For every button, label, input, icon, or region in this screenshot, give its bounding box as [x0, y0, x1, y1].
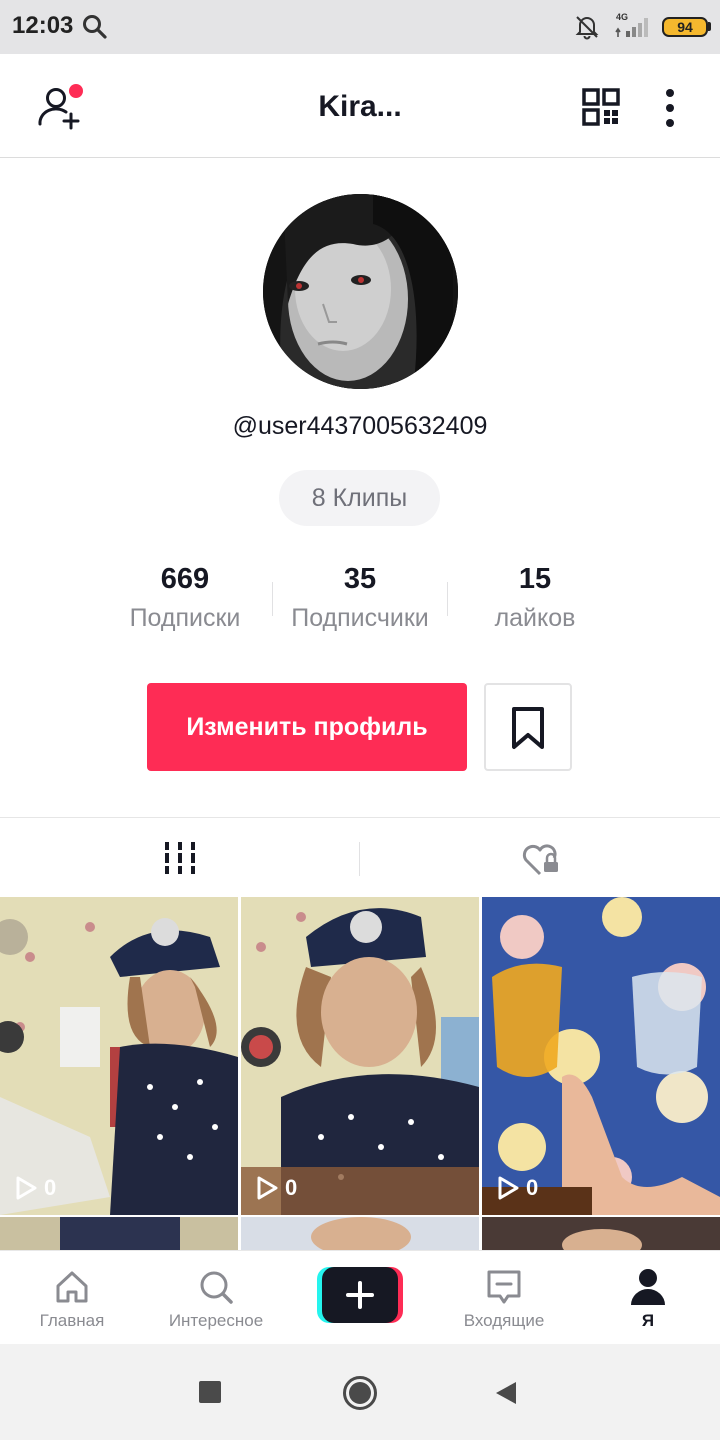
- stat-value: 35: [343, 563, 377, 595]
- stat-label: Подписчики: [291, 604, 429, 632]
- username: @user4437005632409: [232, 412, 488, 440]
- bell-muted-icon: [575, 16, 599, 40]
- home-icon: [56, 1271, 88, 1303]
- more-vertical-icon[interactable]: [660, 88, 680, 128]
- bottom-nav: Главная Интересное Входящие Я: [0, 1250, 720, 1344]
- bookmark-icon: [512, 707, 544, 749]
- tab-liked[interactable]: [500, 818, 580, 898]
- view-count: 0: [526, 1175, 539, 1200]
- content-tabs: [0, 817, 720, 897]
- inbox-icon: [487, 1270, 521, 1304]
- nav-label: Главная: [39, 1311, 105, 1330]
- battery-tip: [708, 22, 711, 31]
- video-thumbnail[interactable]: [241, 1217, 479, 1251]
- home-circle-icon[interactable]: [342, 1375, 378, 1411]
- status-time: 12:03: [12, 12, 74, 39]
- stat-likes[interactable]: 15 лайков: [445, 560, 625, 633]
- stat-label: Подписки: [129, 604, 241, 632]
- liked-private-icon: [522, 844, 558, 876]
- favorites-button[interactable]: [484, 683, 572, 771]
- nav-label: Интересное: [168, 1311, 264, 1330]
- profile-header: Kira...: [0, 54, 720, 158]
- video-thumbnail-image: [0, 1217, 238, 1251]
- search-icon: [83, 15, 107, 39]
- grid-icon: [162, 842, 198, 874]
- stat-value: 15: [518, 563, 552, 595]
- qr-code-icon[interactable]: [582, 88, 620, 126]
- play-icon: [498, 1176, 519, 1200]
- video-thumbnail[interactable]: 0: [0, 897, 238, 1215]
- profile-stats: 669 Подписки 35 Подписчики 15 лайков: [0, 560, 720, 640]
- video-thumbnail[interactable]: 0: [482, 897, 720, 1215]
- video-thumbnail[interactable]: 0: [241, 897, 479, 1215]
- video-thumbnail-image: [482, 1217, 720, 1251]
- play-icon: [257, 1176, 278, 1200]
- video-thumbnail[interactable]: [0, 1217, 238, 1251]
- stat-following[interactable]: 669 Подписки: [95, 560, 275, 633]
- system-nav-bar: [0, 1344, 720, 1440]
- create-plus-icon[interactable]: [317, 1267, 403, 1323]
- nav-label: Входящие: [463, 1311, 545, 1330]
- status-bar: 12:03 4G 94: [0, 0, 720, 54]
- edit-profile-button[interactable]: Изменить профиль: [147, 683, 467, 771]
- view-count: 0: [44, 1175, 57, 1200]
- video-thumbnail-image: [241, 897, 479, 1215]
- nav-label: Я: [641, 1311, 655, 1330]
- view-count: 0: [285, 1175, 298, 1200]
- tab-videos[interactable]: [140, 818, 220, 898]
- tab-divider: [359, 842, 360, 876]
- video-thumbnail-image: [241, 1217, 479, 1251]
- profile-icon: [631, 1269, 665, 1305]
- stat-label: лайков: [494, 604, 576, 632]
- nav-inbox[interactable]: Входящие: [432, 1251, 576, 1345]
- stat-value: 669: [160, 563, 210, 595]
- discover-icon: [200, 1271, 233, 1304]
- video-thumbnail-image: [482, 897, 720, 1215]
- signal-icon: [615, 18, 648, 37]
- stat-followers[interactable]: 35 Подписчики: [270, 560, 450, 633]
- back-icon[interactable]: [494, 1380, 518, 1406]
- video-thumbnail[interactable]: [482, 1217, 720, 1251]
- avatar-image: [263, 194, 458, 389]
- nav-discover[interactable]: Интересное: [144, 1251, 288, 1345]
- avatar[interactable]: [263, 194, 458, 389]
- clips-count-badge[interactable]: 8 Клипы: [279, 470, 440, 526]
- battery-icon: 94: [662, 17, 708, 37]
- play-icon: [16, 1176, 37, 1200]
- recents-icon[interactable]: [199, 1381, 221, 1403]
- nav-home[interactable]: Главная: [0, 1251, 144, 1345]
- video-thumbnail-image: [0, 897, 238, 1215]
- nav-profile[interactable]: Я: [576, 1251, 720, 1345]
